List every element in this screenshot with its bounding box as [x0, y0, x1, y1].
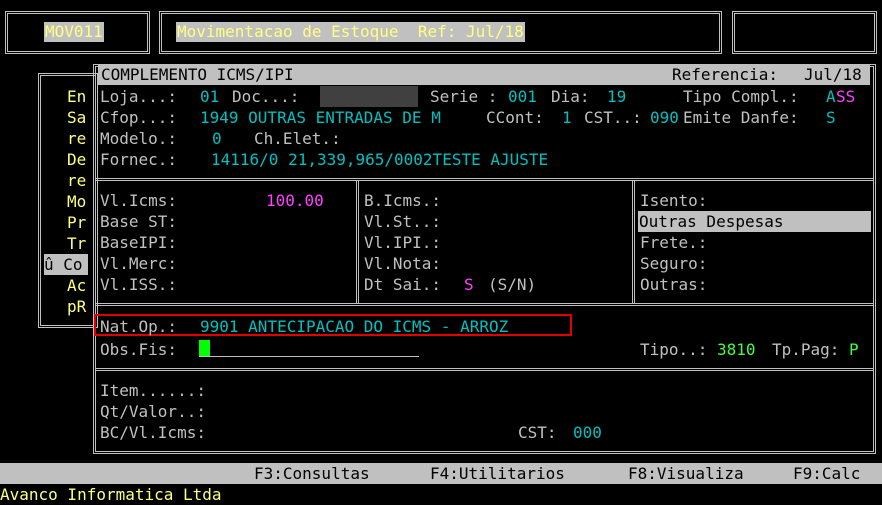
chelet-label: Ch.Elet.: — [254, 129, 341, 148]
menu-item[interactable]: Ac — [67, 275, 86, 296]
tipo-compl-label: Tipo Compl.: — [683, 87, 799, 106]
obs-fis-underline — [199, 356, 419, 357]
menu-item[interactable]: re — [67, 170, 86, 191]
menu-item[interactable]: Mo — [67, 191, 86, 212]
referencia-label: Referencia: — [672, 65, 778, 84]
cst-label: CST..: — [584, 108, 642, 127]
serie-label: Serie : — [430, 87, 498, 106]
company-name: Avanco Informatica Ltda — [0, 485, 222, 504]
dia-value[interactable]: 19 — [607, 86, 626, 107]
menu-item[interactable]: re — [67, 128, 86, 149]
cst2-value[interactable]: 000 — [573, 422, 602, 443]
doc-label: Doc...: — [232, 87, 300, 106]
f8-visualiza[interactable]: F8:Visualiza — [628, 463, 744, 484]
program-code: MOV011 — [44, 22, 104, 42]
qtvalor-label: Qt/Valor..: — [100, 402, 206, 421]
tipo-compl-value-a[interactable]: A — [826, 86, 836, 107]
referencia-value: Jul/18 — [804, 65, 862, 84]
outras-despesas-label[interactable]: Outras Despesas — [638, 211, 871, 232]
column-divider-1 — [356, 180, 359, 304]
dt-sai-label: Dt Sai.: — [364, 275, 442, 294]
column-divider-2 — [632, 180, 635, 304]
natop-label: Nat.Op.: — [100, 317, 178, 336]
outras-label: Outras: — [640, 275, 708, 294]
separator-top — [96, 178, 874, 181]
loja-value[interactable]: 01 — [200, 86, 219, 107]
isento-label: Isento: — [640, 191, 708, 210]
f9-calc[interactable]: F9:Calc — [793, 463, 860, 484]
loja-label: Loja...: — [100, 87, 178, 106]
ccont-value[interactable]: 1 — [562, 107, 572, 128]
vl-icms-label: Vl.Icms: — [100, 191, 178, 210]
tipo-label: Tipo..: — [640, 340, 708, 359]
separator-bottom — [96, 303, 874, 306]
fornec-value[interactable]: 14116/0 21,339,965/0002TESTE AJUSTE — [211, 149, 548, 170]
dia-label: Dia: — [551, 87, 590, 106]
menu-item[interactable]: En — [67, 86, 86, 107]
vl-st-label: Vl.St..: — [364, 212, 442, 231]
tppag-label: Tp.Pag: — [772, 340, 840, 359]
emite-danfe-label: Emite Danfe: — [683, 108, 799, 127]
modelo-value[interactable]: 0 — [212, 128, 222, 149]
cst-value[interactable]: 090 — [650, 107, 679, 128]
menu-item[interactable]: û Co — [44, 254, 88, 275]
dt-sai-value[interactable]: S — [464, 274, 474, 295]
seguro-label: Seguro: — [640, 254, 708, 273]
doc-field[interactable] — [320, 86, 418, 107]
tppag-value[interactable]: P — [849, 339, 859, 360]
separator-items — [96, 368, 874, 371]
fornec-label: Fornec.: — [100, 150, 178, 169]
bcvlicms-label: BC/Vl.Icms: — [100, 423, 206, 442]
menu-item[interactable]: pR — [67, 296, 86, 317]
base-st-label: Base ST: — [100, 212, 178, 231]
f4-utilitarios[interactable]: F4:Utilitarios — [430, 463, 565, 484]
dt-sai-hint: (S/N) — [488, 275, 537, 294]
tipo-value[interactable]: 3810 — [717, 339, 756, 360]
serie-value[interactable]: 001 — [508, 86, 537, 107]
vl-merc-label: Vl.Merc: — [100, 254, 178, 273]
obs-fis-cursor[interactable] — [199, 340, 210, 357]
frete-label: Frete.: — [640, 233, 708, 252]
cst2-label: CST: — [518, 423, 557, 442]
item-label: Item......: — [100, 381, 206, 400]
menu-item[interactable]: De — [67, 149, 86, 170]
b-icms-label: B.Icms.: — [364, 191, 442, 210]
extra-box — [732, 11, 877, 54]
modelo-label: Modelo.: — [100, 129, 178, 148]
emite-danfe-value[interactable]: S — [826, 107, 836, 128]
cfop-value[interactable]: 1949 OUTRAS ENTRADAS DE M — [200, 107, 441, 128]
obs-fis-label: Obs.Fis: — [100, 340, 178, 359]
baseipi-label: BaseIPI: — [100, 233, 178, 252]
ccont-label: CCont: — [486, 108, 544, 127]
natop-value[interactable]: 9901 ANTECIPACAO DO ICMS - ARROZ — [200, 316, 508, 337]
tipo-compl-value-b[interactable]: SS — [836, 86, 855, 107]
f3-consultas[interactable]: F3:Consultas — [254, 463, 370, 484]
panel-title: COMPLEMENTO ICMS/IPI — [101, 65, 294, 84]
window-title: Movimentacao de Estoque Ref: Jul/18 — [176, 22, 525, 42]
vl-icms-value[interactable]: 100.00 — [266, 190, 324, 211]
vl-nota-label: Vl.Nota: — [364, 254, 442, 273]
cfop-label: Cfop...: — [100, 108, 178, 127]
vl-iss-label: Vl.ISS.: — [100, 275, 178, 294]
menu-item[interactable]: Tr — [67, 233, 86, 254]
menu-item[interactable]: Pr — [67, 212, 86, 233]
menu-item[interactable]: Sa — [67, 107, 86, 128]
vl-ipi-label: Vl.IPI.: — [364, 233, 442, 252]
